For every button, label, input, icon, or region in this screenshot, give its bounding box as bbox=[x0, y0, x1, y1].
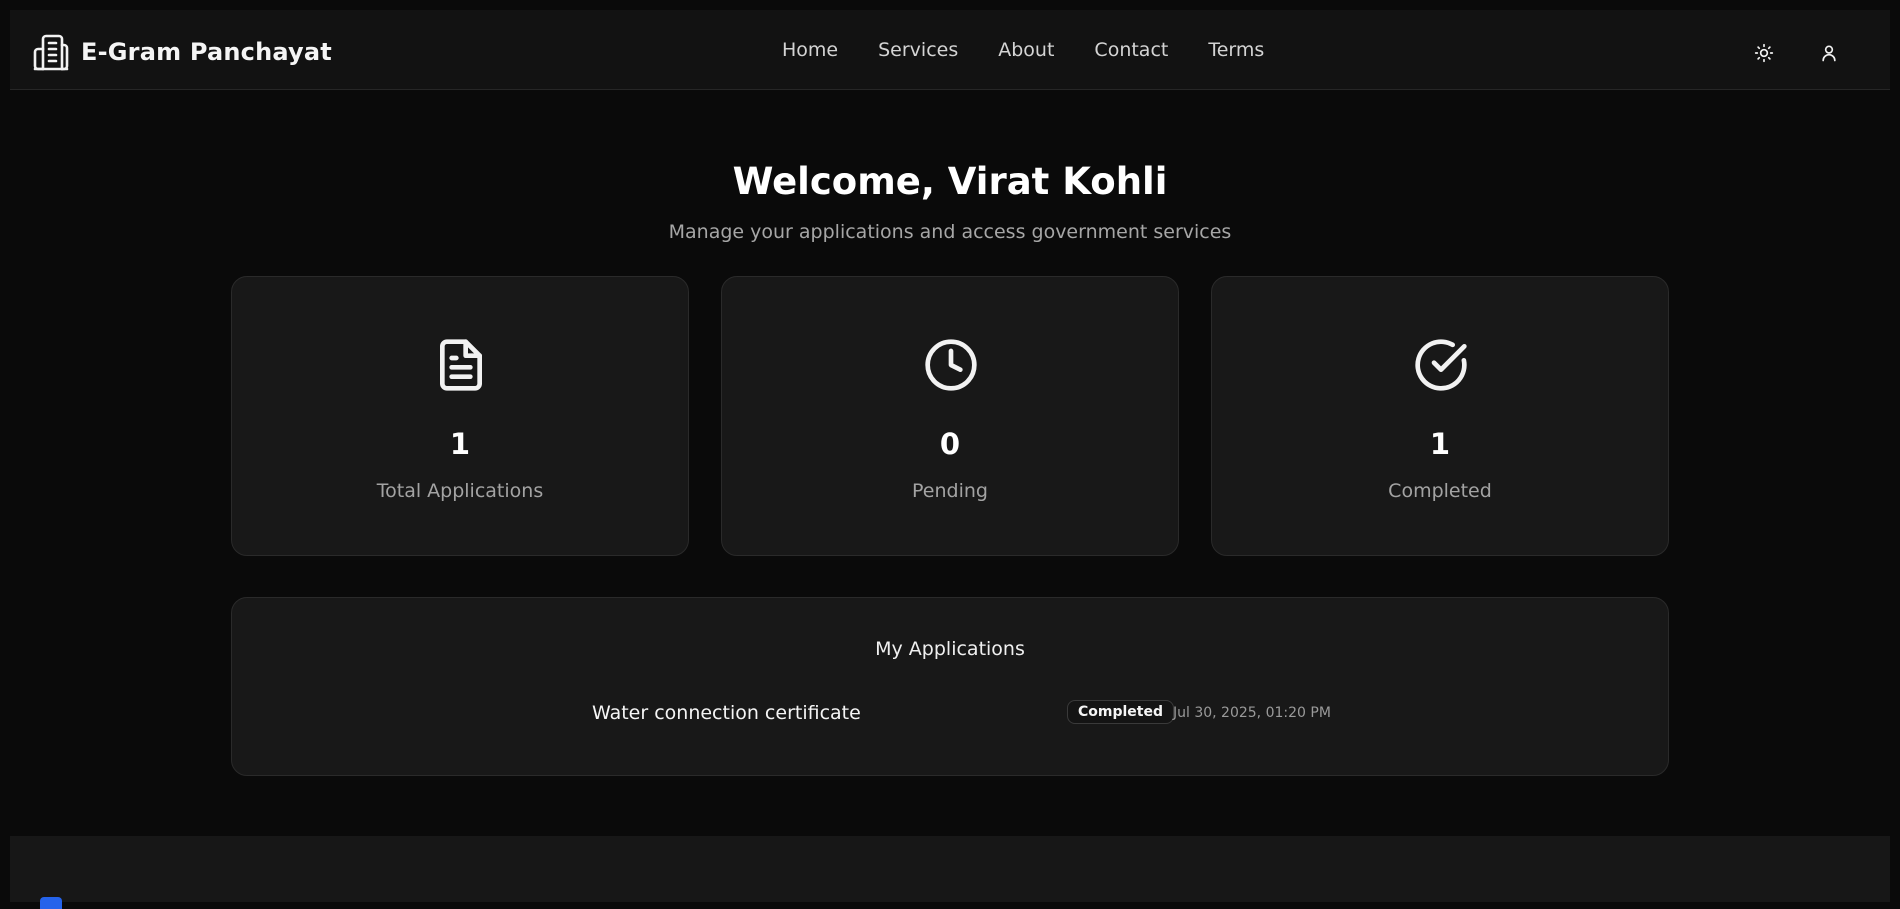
check-circle-icon bbox=[1415, 339, 1467, 391]
stat-label: Total Applications bbox=[376, 480, 544, 502]
footer bbox=[10, 836, 1890, 909]
stat-label: Pending bbox=[912, 480, 988, 502]
application-date: Jul 30, 2025, 01:20 PM bbox=[1173, 705, 1331, 721]
nav-terms[interactable]: Terms bbox=[1208, 39, 1264, 61]
theme-toggle-button[interactable] bbox=[1751, 40, 1777, 66]
footer-logo-icon bbox=[40, 897, 62, 909]
list-item[interactable]: Water connection certificate Completed J… bbox=[232, 698, 1668, 728]
stat-card-pending: 0 Pending bbox=[721, 276, 1179, 556]
stat-card-completed: 1 Completed bbox=[1211, 276, 1669, 556]
application-name[interactable]: Water connection certificate bbox=[592, 702, 861, 724]
stat-label: Completed bbox=[1388, 480, 1492, 502]
brand-name: E-Gram Panchayat bbox=[81, 38, 332, 66]
status-badge: Completed bbox=[1067, 700, 1175, 724]
nav-services[interactable]: Services bbox=[878, 39, 958, 61]
welcome-title: Welcome, Virat Kohli bbox=[732, 160, 1168, 203]
stat-card-total: 1 Total Applications bbox=[231, 276, 689, 556]
panel-title: My Applications bbox=[875, 638, 1025, 660]
stat-value: 1 bbox=[449, 427, 471, 461]
building-icon bbox=[33, 34, 69, 71]
nav-about[interactable]: About bbox=[998, 39, 1054, 61]
clock-icon bbox=[925, 339, 977, 391]
top-navbar: E-Gram Panchayat Home Services About Con… bbox=[10, 10, 1890, 90]
brand[interactable]: E-Gram Panchayat bbox=[31, 32, 332, 72]
welcome-subtitle: Manage your applications and access gove… bbox=[668, 221, 1232, 243]
user-icon bbox=[1822, 45, 1836, 62]
user-menu-button[interactable] bbox=[1816, 40, 1842, 66]
stat-value: 0 bbox=[939, 427, 961, 461]
sun-icon bbox=[1754, 43, 1774, 63]
nav-contact[interactable]: Contact bbox=[1094, 39, 1168, 61]
my-applications-panel: My Applications Water connection certifi… bbox=[231, 597, 1669, 776]
document-icon bbox=[440, 339, 482, 391]
stat-value: 1 bbox=[1429, 427, 1451, 461]
page: E-Gram Panchayat Home Services About Con… bbox=[10, 10, 1890, 909]
nav-home[interactable]: Home bbox=[782, 39, 838, 61]
main-nav: Home Services About Contact Terms bbox=[782, 39, 1264, 61]
